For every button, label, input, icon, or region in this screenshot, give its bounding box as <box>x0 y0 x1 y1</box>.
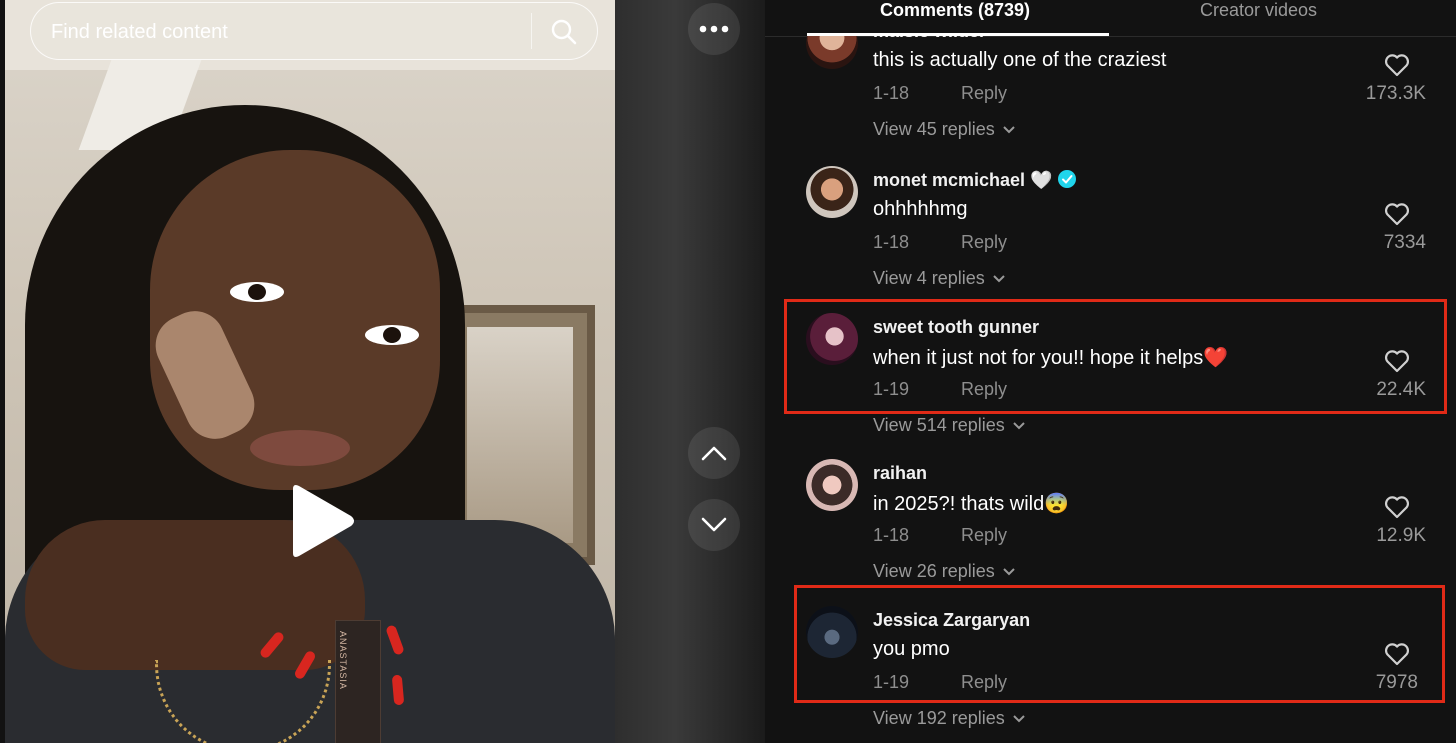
comments-panel: Comments (8739) Creator videos maisie wi… <box>765 0 1456 743</box>
view-replies-button[interactable]: View 26 replies <box>873 561 1015 582</box>
heart-icon[interactable] <box>1384 495 1410 519</box>
tab-creator-videos[interactable]: Creator videos <box>1200 0 1317 21</box>
highlight-box <box>794 585 1445 703</box>
comment-username[interactable]: monet mcmichael 🤍 <box>873 170 1077 191</box>
chevron-up-icon <box>701 446 727 461</box>
verified-icon <box>1058 170 1077 189</box>
view-replies-button[interactable]: View 4 replies <box>873 268 1005 289</box>
heart-icon[interactable] <box>1384 202 1410 226</box>
like-count: 7334 <box>1383 232 1426 253</box>
more-icon <box>699 25 729 33</box>
chevron-down-icon <box>1003 568 1015 576</box>
search-bar[interactable]: Find related content <box>30 2 598 60</box>
view-replies-label: View 26 replies <box>873 561 995 581</box>
view-replies-label: View 514 replies <box>873 415 1005 435</box>
avatar[interactable] <box>806 166 858 218</box>
search-icon[interactable] <box>549 17 579 47</box>
comment-text: in 2025?! thats wild😨 <box>873 493 1070 515</box>
comment-text: this is actually one of the craziest <box>873 49 1167 71</box>
active-tab-indicator <box>807 33 1109 36</box>
next-video-button[interactable] <box>688 499 740 551</box>
video-product-box: ANASTASIA <box>335 620 381 743</box>
like-count: 173.3K <box>1365 83 1426 104</box>
comment-username-text: monet mcmichael 🤍 <box>873 170 1053 190</box>
search-divider <box>531 13 532 49</box>
search-input[interactable]: Find related content <box>51 21 228 44</box>
comment-date: 1-18 <box>873 83 910 103</box>
video-person-eye <box>365 325 419 345</box>
chevron-down-icon <box>1013 422 1025 430</box>
comment-username[interactable]: raihan <box>873 463 927 484</box>
view-replies-button[interactable]: View 45 replies <box>873 119 1015 140</box>
avatar[interactable] <box>806 459 858 511</box>
highlight-box <box>784 299 1447 414</box>
video-person-lips <box>250 430 350 466</box>
like-count: 12.9K <box>1376 525 1426 546</box>
view-replies-label: View 192 replies <box>873 708 1005 728</box>
reply-button[interactable]: Reply <box>961 525 1007 546</box>
video-person-eye <box>230 282 284 302</box>
tab-comments[interactable]: Comments (8739) <box>880 0 1030 21</box>
view-replies-label: View 45 replies <box>873 119 995 139</box>
heart-icon[interactable] <box>1384 53 1410 77</box>
chevron-down-icon <box>701 517 727 532</box>
comment-date: 1-18 <box>873 232 910 252</box>
view-replies-button[interactable]: View 192 replies <box>873 708 1025 729</box>
video-nav-strip <box>615 0 765 743</box>
video-product-box-text: ANASTASIA <box>338 631 348 690</box>
comment-item: raihan in 2025?! thats wild😨 1-18 Reply … <box>765 459 1456 589</box>
comment-item: monet mcmichael 🤍 ohhhhhmg 1-18 Reply 73… <box>765 166 1456 296</box>
view-replies-label: View 4 replies <box>873 268 985 288</box>
previous-video-button[interactable] <box>688 427 740 479</box>
comment-item: maisie wilder this is actually one of th… <box>765 17 1456 147</box>
chevron-down-icon <box>1013 715 1025 723</box>
reply-button[interactable]: Reply <box>961 83 1007 104</box>
play-icon[interactable] <box>285 483 357 559</box>
comment-date: 1-18 <box>873 525 910 545</box>
view-replies-button[interactable]: View 514 replies <box>873 415 1025 436</box>
more-options-button[interactable] <box>688 3 740 55</box>
comment-text: ohhhhhmg <box>873 198 968 220</box>
chevron-down-icon <box>993 275 1005 283</box>
reply-button[interactable]: Reply <box>961 232 1007 253</box>
tab-bar-overlay: Comments (8739) Creator videos <box>765 0 1456 36</box>
chevron-down-icon <box>1003 126 1015 134</box>
video-player[interactable]: ANASTASIA Find related content <box>5 0 615 743</box>
